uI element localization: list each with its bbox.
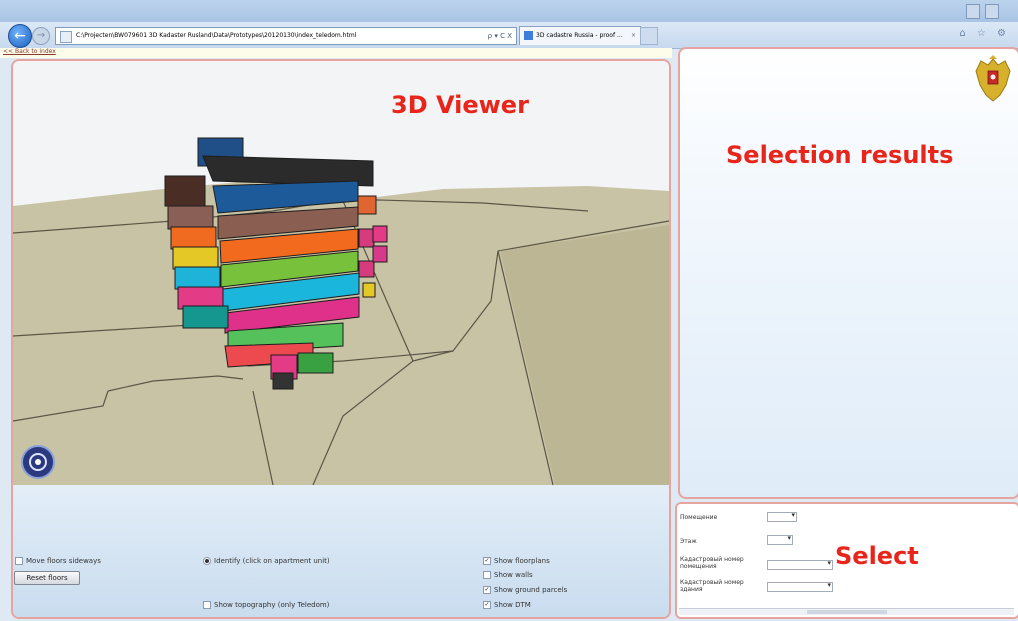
back-to-index-link[interactable]: << Back to index: [3, 48, 56, 55]
address-bar[interactable]: C:\Projecten\BW079601 3D Kadaster Ruslan…: [55, 27, 517, 45]
show-topography-checkbox[interactable]: Show topography (only Teledom): [203, 601, 329, 609]
page-icon: [60, 31, 72, 43]
floor-dropdown[interactable]: [767, 534, 793, 545]
radio-selected-icon[interactable]: [203, 557, 211, 565]
select-panel: Помещение Этаж Кадастровый номер помещен…: [675, 502, 1018, 619]
floor-teal-left: [182, 305, 229, 329]
show-ground-parcels-checkbox[interactable]: ✓ Show ground parcels: [483, 586, 567, 594]
viewer-controls: Move floors sideways Reset floors Identi…: [13, 485, 669, 617]
checkbox-checked-icon[interactable]: ✓: [483, 586, 491, 594]
floor-yellow-left: [172, 246, 219, 270]
floor-lower-green-2: [297, 352, 334, 374]
floor-basement: [272, 372, 294, 390]
show-floorplans-checkbox[interactable]: ✓ Show floorplans: [483, 557, 550, 565]
forward-arrow-icon[interactable]: →: [32, 27, 50, 45]
selection-results-panel: Selection results: [678, 47, 1018, 499]
link-bar: [0, 48, 672, 58]
minimize-button[interactable]: [966, 4, 980, 19]
address-controls[interactable]: ρ ▾ C X: [488, 28, 512, 44]
identify-radio[interactable]: Identify (click on apartment unit): [203, 557, 330, 565]
floor-label: Этаж: [680, 538, 697, 545]
show-dtm-checkbox[interactable]: ✓ Show DTM: [483, 601, 531, 609]
viewer-panel: 3D Viewer Move floors sideways Reset flo…: [11, 59, 671, 619]
window-titlebar: [0, 0, 1018, 38]
russian-coat-of-arms-icon: [975, 55, 1011, 102]
room-cadastral-label: Кадастровый номер помещения: [680, 556, 744, 570]
selection-results-title: Selection results: [726, 141, 954, 169]
room-dropdown[interactable]: [767, 511, 797, 522]
room-label: Помещение: [680, 514, 718, 521]
floor-side-6: [362, 282, 376, 298]
building-cadastral-dropdown[interactable]: [767, 581, 833, 592]
3d-viewer-canvas[interactable]: 3D Viewer: [13, 61, 669, 485]
floor-brown-left: [167, 205, 214, 230]
window-controls: [966, 4, 1012, 38]
move-floors-checkbox[interactable]: Move floors sideways: [15, 557, 101, 565]
new-tab-button[interactable]: [640, 27, 658, 45]
back-arrow-icon[interactable]: ←: [8, 24, 32, 48]
favicon-icon: [524, 31, 533, 40]
tab-close-icon[interactable]: ×: [631, 27, 636, 45]
scrollbar-thumb[interactable]: [807, 610, 887, 614]
show-walls-checkbox[interactable]: Show walls: [483, 571, 533, 579]
floor-side-5: [372, 245, 388, 263]
address-text: C:\Projecten\BW079601 3D Kadaster Ruslan…: [76, 32, 357, 39]
floor-cyan-left: [174, 266, 221, 290]
floor-side-2: [358, 228, 375, 248]
floor-side-3: [358, 260, 375, 278]
home-favorites-icons[interactable]: ⌂ ☆ ⚙: [959, 28, 1010, 39]
checkbox-checked-icon[interactable]: ✓: [483, 557, 491, 565]
floor-side-4: [372, 225, 388, 243]
tab-title: 3D cadastre Russia - proof ...: [536, 32, 623, 39]
building-cadastral-label: Кадастровый номер здания: [680, 579, 744, 593]
floor-orange-left: [170, 226, 217, 250]
maximize-button[interactable]: [985, 4, 1000, 19]
floor-side-1: [357, 195, 377, 215]
viewer-title: 3D Viewer: [391, 91, 529, 119]
checkbox-checked-icon[interactable]: ✓: [483, 601, 491, 609]
floor-dark: [164, 175, 206, 207]
room-cadastral-dropdown[interactable]: [767, 559, 833, 570]
select-title: Select: [835, 542, 919, 570]
horizontal-scrollbar[interactable]: [679, 608, 1014, 615]
browser-tab[interactable]: 3D cadastre Russia - proof ... ×: [519, 26, 641, 45]
checkbox-icon[interactable]: [203, 601, 211, 609]
checkbox-icon[interactable]: [483, 571, 491, 579]
reset-floors-button[interactable]: Reset floors: [14, 571, 80, 585]
checkbox-icon[interactable]: [15, 557, 23, 565]
3d-scene[interactable]: [13, 61, 669, 485]
navigation-compass-icon[interactable]: [21, 445, 55, 479]
